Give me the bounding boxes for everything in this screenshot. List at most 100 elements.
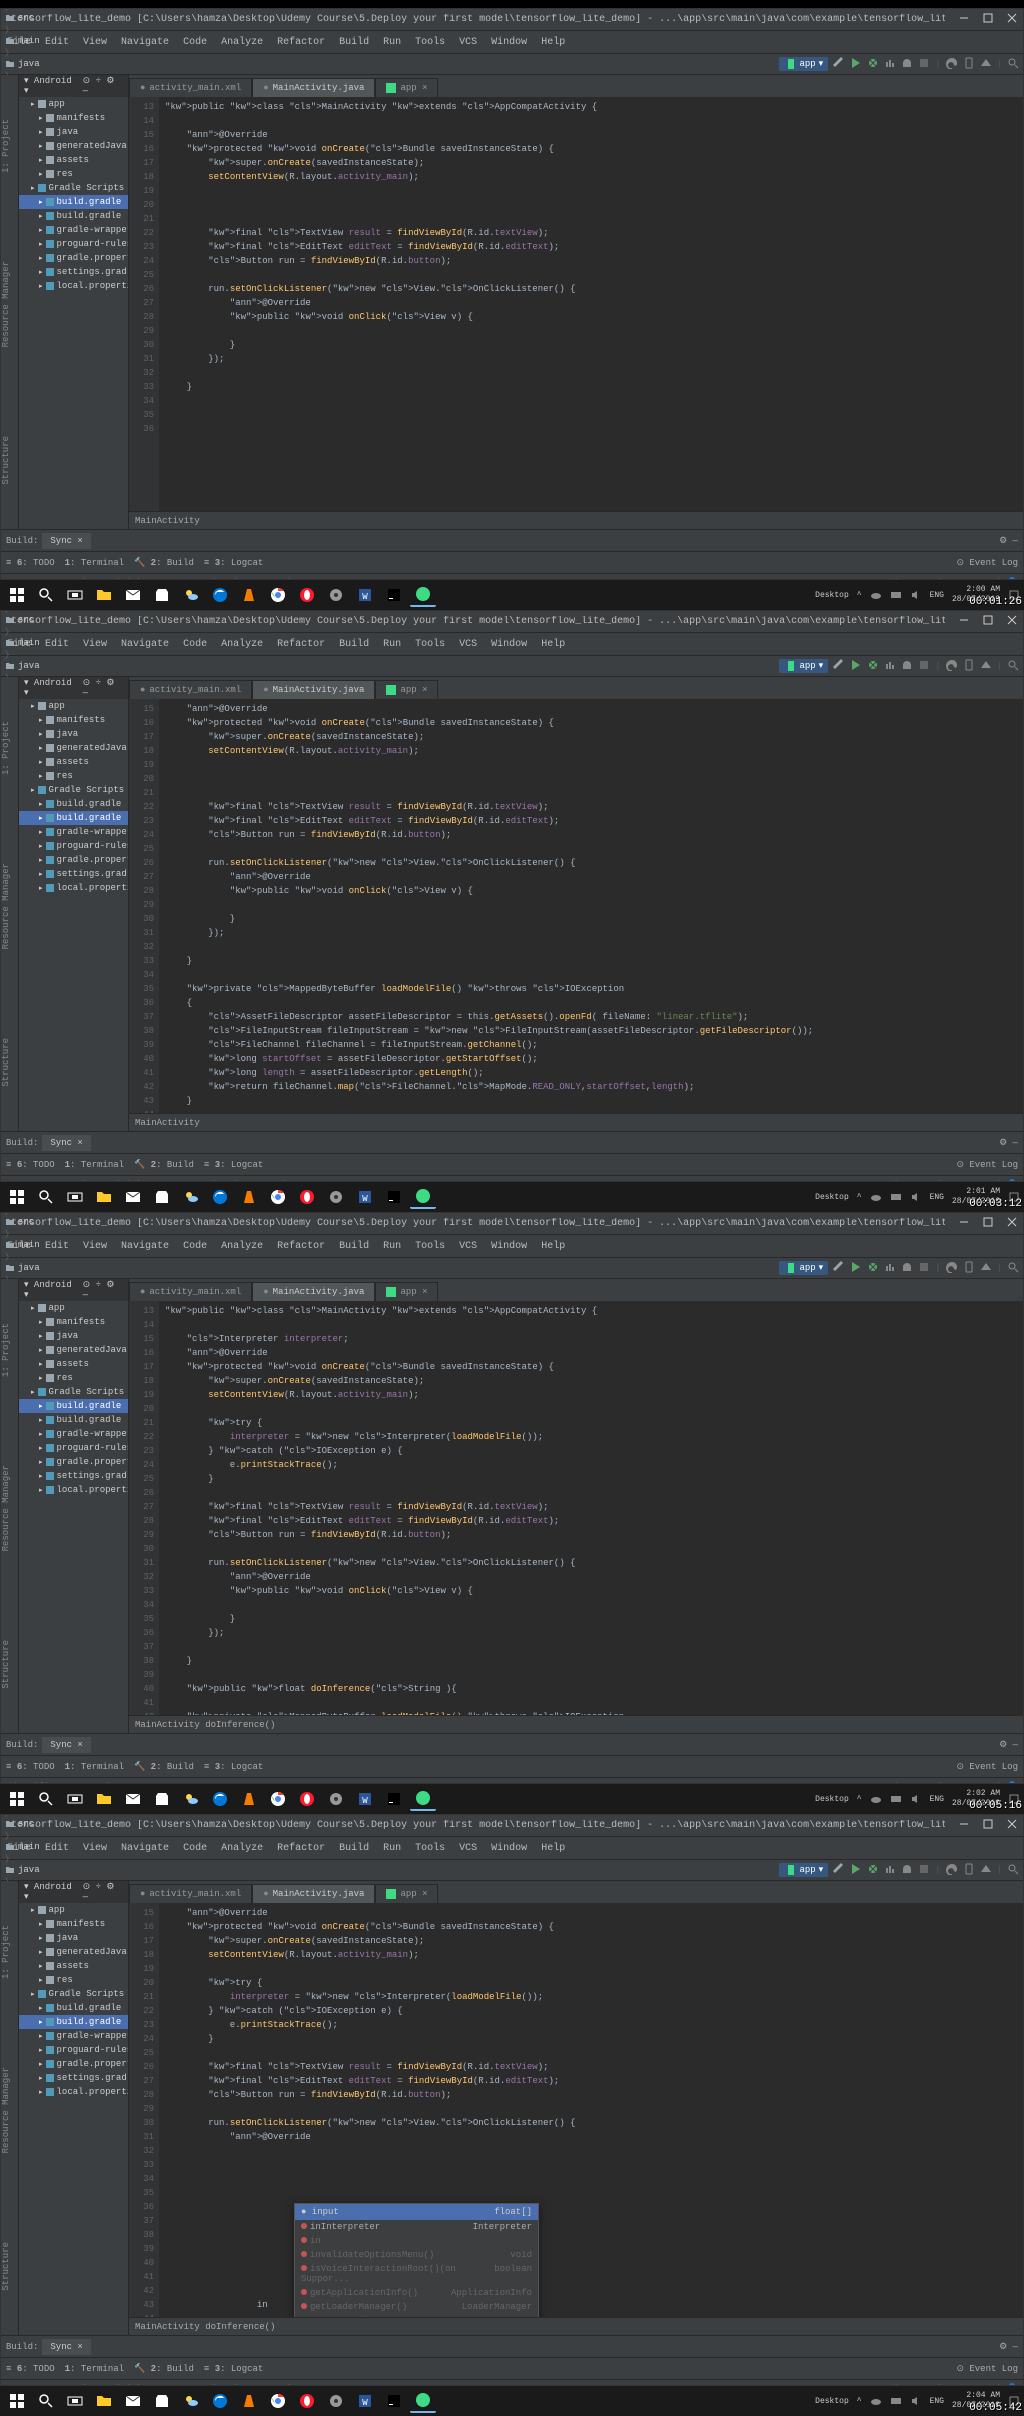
edge-icon[interactable] (207, 1185, 233, 1209)
menu-run[interactable]: Run (383, 1843, 401, 1854)
tree-item[interactable]: ▸generatedJava (19, 741, 128, 755)
menu-run[interactable]: Run (383, 639, 401, 650)
tree-item[interactable]: ▸local.properties (SDK Location) (19, 1483, 128, 1497)
tree-item[interactable]: ▸Gradle Scripts (19, 181, 128, 195)
stop-button[interactable] (918, 1863, 930, 1878)
menu-tools[interactable]: Tools (415, 639, 445, 650)
build-tool-window[interactable]: Build:Sync ×⚙ — (1, 1131, 1023, 1153)
menu-build[interactable]: Build (339, 1241, 369, 1252)
breadcrumb-item[interactable]: main (5, 1842, 126, 1852)
search-button[interactable] (1007, 659, 1019, 674)
tool-window-terminal[interactable]: 1: Terminal (65, 1762, 124, 1772)
breadcrumb-item[interactable]: main (5, 1240, 126, 1250)
store-icon[interactable] (149, 1787, 175, 1811)
breadcrumb-strip[interactable]: MainActivity doInference() (129, 2317, 1023, 2335)
menu-code[interactable]: Code (183, 639, 207, 650)
editor-tab[interactable]: ● MainActivity.java (252, 680, 375, 699)
menu-analyze[interactable]: Analyze (221, 639, 263, 650)
vlc-icon[interactable] (236, 583, 262, 607)
tree-item[interactable]: ▸build.gradle (Module: app) (19, 811, 128, 825)
tree-item[interactable]: ▸app (19, 1903, 128, 1917)
avd-button[interactable] (963, 1863, 975, 1878)
event-log-button[interactable]: ⊙ Event Log (956, 1160, 1018, 1170)
editor-tab[interactable]: app × (375, 1884, 438, 1903)
menu-vcs[interactable]: VCS (459, 37, 477, 48)
language-indicator[interactable]: ENG (930, 1795, 944, 1804)
tree-item[interactable]: ▸build.gradle (Module: app) (19, 2015, 128, 2029)
taskview-icon[interactable] (62, 583, 88, 607)
attach-button[interactable] (901, 1863, 913, 1878)
tool-window-build[interactable]: 🔨 2: Build (134, 2364, 194, 2374)
attach-button[interactable] (901, 659, 913, 674)
weather-icon[interactable] (178, 583, 204, 607)
event-log-button[interactable]: ⊙ Event Log (956, 1762, 1018, 1772)
tool-window-todo[interactable]: ≡ 6: TODO (6, 558, 55, 568)
editor-tab[interactable]: app × (375, 78, 438, 97)
tree-item[interactable]: ▸build.gradle (Project: tensorflow_l (19, 195, 128, 209)
sync-button[interactable] (946, 57, 958, 72)
language-indicator[interactable]: ENG (930, 2397, 944, 2406)
menu-window[interactable]: Window (491, 1241, 527, 1252)
menu-build[interactable]: Build (339, 37, 369, 48)
chrome-icon[interactable] (265, 2389, 291, 2413)
editor-tab[interactable]: ● MainActivity.java (252, 1282, 375, 1301)
event-log-button[interactable]: ⊙ Event Log (956, 558, 1018, 568)
tree-item[interactable]: ▸settings.gradle (Project Settings) (19, 867, 128, 881)
gear-icon[interactable] (323, 1787, 349, 1811)
sdk-button[interactable] (980, 1863, 992, 1878)
breadcrumb-strip[interactable]: MainActivity (129, 1113, 1023, 1131)
tree-item[interactable]: ▸manifests (19, 111, 128, 125)
menu-analyze[interactable]: Analyze (221, 1241, 263, 1252)
search-button[interactable] (1007, 1261, 1019, 1276)
project-tree[interactable]: ▾ Android ▾⊙ ÷ ⚙ — ▸app▸manifests▸java▸g… (19, 1279, 129, 1733)
opera-icon[interactable] (294, 1185, 320, 1209)
edge-icon[interactable] (207, 583, 233, 607)
menu-help[interactable]: Help (541, 1843, 565, 1854)
menu-vcs[interactable]: VCS (459, 639, 477, 650)
show-desktop[interactable]: Desktop (815, 1795, 849, 1804)
tree-item[interactable]: ▸assets (19, 1959, 128, 1973)
menu-bar[interactable]: FileEditViewNavigateCodeAnalyzeRefactorB… (1, 633, 1023, 655)
menu-tools[interactable]: Tools (415, 1843, 445, 1854)
file-explorer-icon[interactable] (91, 1787, 117, 1811)
tree-item[interactable]: ▸proguard-rules.pro (ProGuard Ru (19, 839, 128, 853)
tree-item[interactable]: ▸local.properties (SDK Location) (19, 279, 128, 293)
avd-button[interactable] (963, 1261, 975, 1276)
mail-icon[interactable] (120, 2389, 146, 2413)
chrome-icon[interactable] (265, 583, 291, 607)
taskview-icon[interactable] (62, 1185, 88, 1209)
vlc-icon[interactable] (236, 1787, 262, 1811)
menu-code[interactable]: Code (183, 1843, 207, 1854)
tree-item[interactable]: ▸settings.gradle (Project Settings) (19, 265, 128, 279)
tool-window-todo[interactable]: ≡ 6: TODO (6, 1762, 55, 1772)
editor-tab[interactable]: ● activity_main.xml (129, 1282, 252, 1301)
menu-window[interactable]: Window (491, 639, 527, 650)
editor-tab[interactable]: ● activity_main.xml (129, 1884, 252, 1903)
tree-item[interactable]: ▸generatedJava (19, 1945, 128, 1959)
search-task-icon[interactable] (33, 583, 59, 607)
start-button[interactable] (4, 1185, 30, 1209)
onedrive-icon[interactable] (870, 1191, 882, 1203)
tree-item[interactable]: ▸Gradle Scripts (19, 783, 128, 797)
start-button[interactable] (4, 2389, 30, 2413)
tool-window-build[interactable]: 🔨 2: Build (134, 1160, 194, 1170)
menu-navigate[interactable]: Navigate (121, 639, 169, 650)
tree-item[interactable]: ▸build.gradle (Project: tensorflow_l (19, 2001, 128, 2015)
menu-run[interactable]: Run (383, 1241, 401, 1252)
onedrive-icon[interactable] (870, 1793, 882, 1805)
stop-button[interactable] (918, 1261, 930, 1276)
tree-item[interactable]: ▸build.gradle (Module: app) (19, 209, 128, 223)
weather-icon[interactable] (178, 1185, 204, 1209)
tree-item[interactable]: ▸app (19, 97, 128, 111)
gear-icon[interactable] (323, 583, 349, 607)
bottom-tool-bar[interactable]: ≡ 6: TODO1: Terminal🔨 2: Build≡ 3: Logca… (1, 2357, 1023, 2379)
bottom-tool-bar[interactable]: ≡ 6: TODO1: Terminal🔨 2: Build≡ 3: Logca… (1, 551, 1023, 573)
event-log-button[interactable]: ⊙ Event Log (956, 2364, 1018, 2374)
windows-taskbar[interactable]: W Desktop ^ ENG 2:00 AM28/07/2019 00:01:… (0, 580, 1024, 610)
menu-bar[interactable]: FileEditViewNavigateCodeAnalyzeRefactorB… (1, 31, 1023, 53)
profile-button[interactable] (884, 1863, 896, 1878)
pycharm-icon[interactable] (381, 1185, 407, 1209)
tree-item[interactable]: ▸proguard-rules.pro (ProGuard Ru (19, 2043, 128, 2057)
tool-window-bar-left[interactable]: 1: ProjectResource ManagerStructure (1, 1279, 19, 1733)
breadcrumb-item[interactable]: main (5, 36, 126, 46)
